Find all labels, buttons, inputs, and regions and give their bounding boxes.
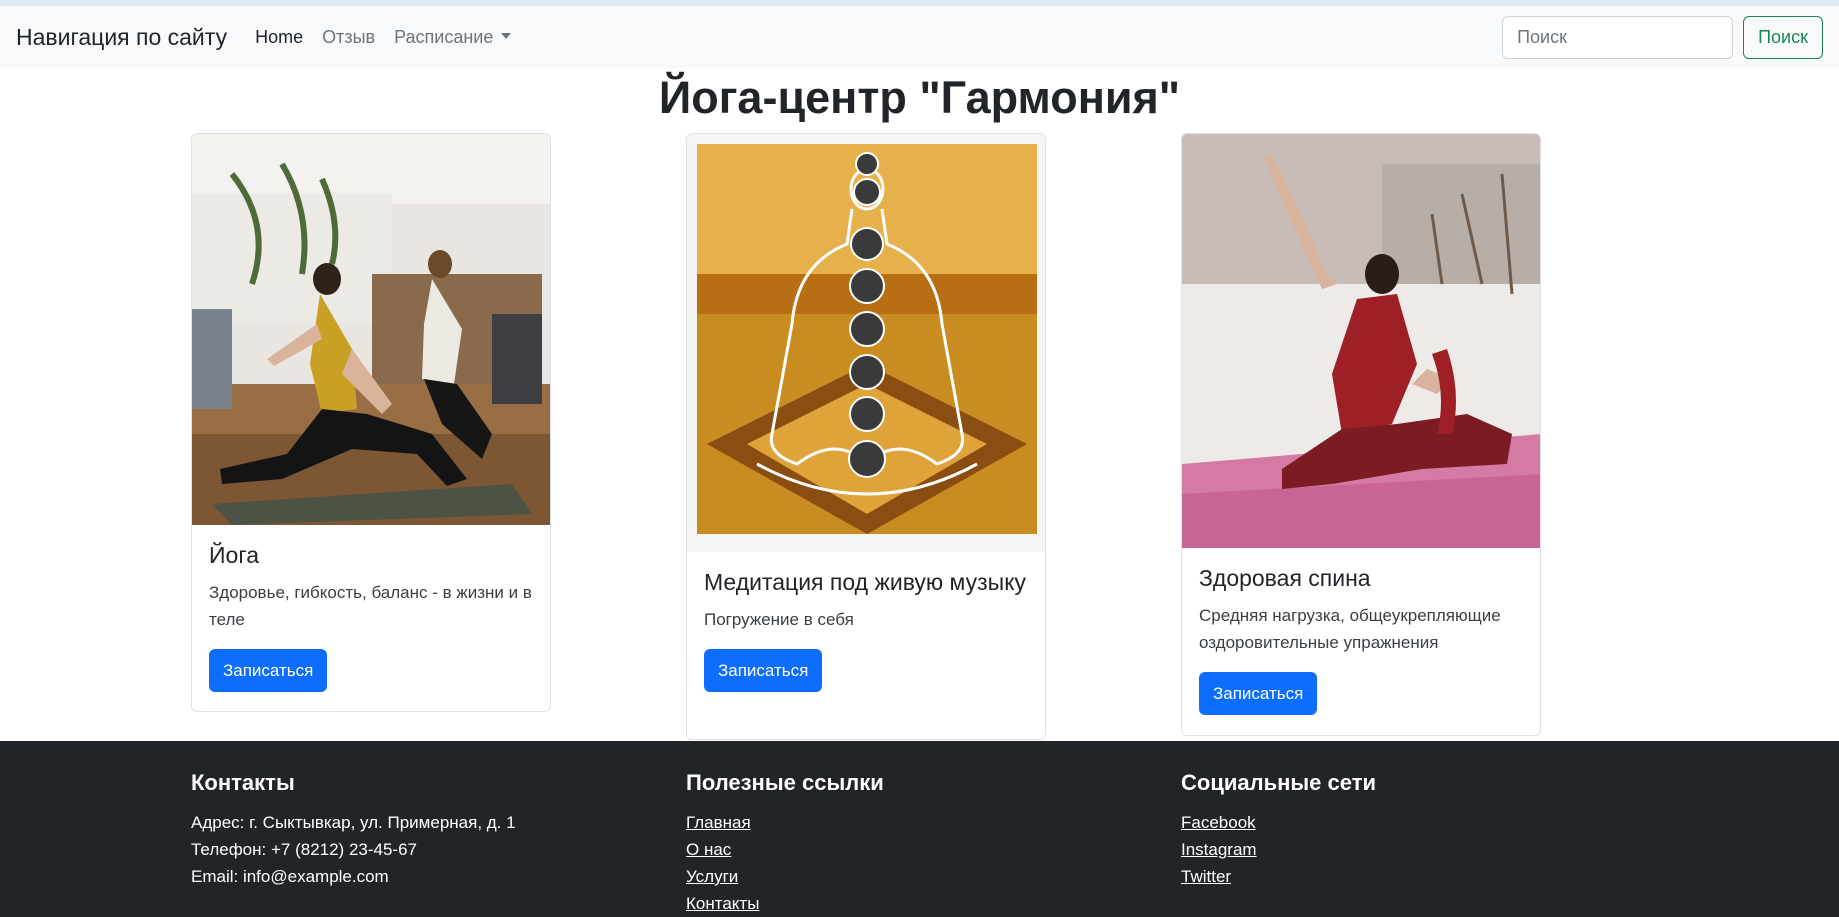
card-text: Средняя нагрузка, общеукрепляющие оздоро… bbox=[1199, 606, 1501, 652]
signup-button-yoga[interactable]: Записаться bbox=[209, 649, 328, 692]
nav-dropdown-schedule[interactable]: Расписание bbox=[394, 26, 512, 48]
card-image-healthy-back bbox=[1182, 134, 1540, 548]
footer-phone: Телефон: +7 (8212) 23-45-67 bbox=[191, 840, 417, 859]
card-body: Здоровая спина Средняя нагрузка, общеукр… bbox=[1182, 548, 1540, 731]
footer-social: Социальные сети Facebook Instagram Twitt… bbox=[1181, 769, 1376, 890]
card-body: Медитация под живую музыку Погружение в … bbox=[687, 552, 1045, 708]
signup-button-healthy-back[interactable]: Записаться bbox=[1199, 672, 1318, 715]
footer-address: Адрес: г. Сыктывкар, ул. Примерная, д. 1 bbox=[191, 813, 516, 832]
card-healthy-back: Здоровая спина Средняя нагрузка, общеукр… bbox=[1181, 133, 1541, 736]
card-body: Йога Здоровье, гибкость, баланс - в жизн… bbox=[192, 525, 550, 708]
nav-link-home[interactable]: Home bbox=[255, 27, 303, 48]
footer-contacts: Контакты Адрес: г. Сыктывкар, ул. Пример… bbox=[191, 769, 516, 890]
signup-button-meditation[interactable]: Записаться bbox=[704, 649, 823, 692]
card-title: Йога bbox=[209, 542, 259, 568]
footer-link-about[interactable]: О нас bbox=[686, 836, 884, 863]
card-image-yoga-class bbox=[192, 134, 550, 525]
footer-social-heading: Социальные сети bbox=[1181, 770, 1377, 795]
footer-link-services[interactable]: Услуги bbox=[686, 863, 884, 890]
card-title: Здоровая спина bbox=[1199, 565, 1371, 591]
footer-contacts-heading: Контакты bbox=[191, 770, 295, 795]
footer-link-twitter[interactable]: Twitter bbox=[1181, 863, 1376, 890]
footer-useful-links: Полезные ссылки Главная О нас Услуги Кон… bbox=[686, 769, 884, 917]
card-title: Медитация под живую музыку bbox=[704, 569, 1027, 595]
footer: Контакты Адрес: г. Сыктывкар, ул. Пример… bbox=[0, 741, 1839, 917]
card-meditation: Медитация под живую музыку Погружение в … bbox=[686, 133, 1046, 740]
search-form: Поиск bbox=[1502, 15, 1823, 59]
footer-links-heading: Полезные ссылки bbox=[686, 770, 884, 795]
search-button[interactable]: Поиск bbox=[1743, 15, 1823, 59]
card-text: Здоровье, гибкость, баланс - в жизни и в… bbox=[209, 583, 532, 629]
card-text: Погружение в себя bbox=[704, 610, 854, 629]
navbar: Навигация по сайту Home Отзыв Расписание… bbox=[0, 6, 1839, 68]
navbar-brand[interactable]: Навигация по сайту bbox=[16, 24, 227, 51]
search-input[interactable] bbox=[1502, 15, 1734, 59]
card-image-meditation bbox=[687, 134, 1045, 552]
footer-email: Email: info@example.com bbox=[191, 867, 389, 886]
footer-link-home[interactable]: Главная bbox=[686, 809, 884, 836]
footer-link-facebook[interactable]: Facebook bbox=[1181, 809, 1376, 836]
nav-link-review[interactable]: Отзыв bbox=[322, 27, 375, 48]
nav-dropdown-label: Расписание bbox=[394, 26, 494, 47]
card-yoga: Йога Здоровье, гибкость, баланс - в жизн… bbox=[191, 133, 551, 712]
page-title: Йога-центр "Гармония" bbox=[658, 72, 1181, 123]
chevron-down-icon bbox=[501, 32, 512, 39]
footer-link-contacts[interactable]: Контакты bbox=[686, 890, 884, 917]
footer-link-instagram[interactable]: Instagram bbox=[1181, 836, 1376, 863]
